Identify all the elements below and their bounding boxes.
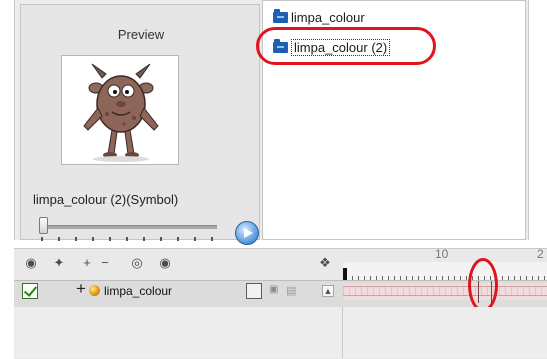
add-peg-icon[interactable]: ◎ (128, 254, 146, 272)
preview-title: Preview (117, 27, 165, 42)
center-icon[interactable]: ❖ (316, 254, 334, 272)
slider-thumb[interactable] (39, 217, 48, 234)
library-item-label: limpa_colour (291, 10, 365, 25)
lock-icon[interactable]: ▣ (269, 284, 278, 296)
onion-skin-icon[interactable]: ◉ (156, 254, 174, 272)
layer-color-swatch[interactable] (246, 283, 262, 299)
highlight-annotation-ring (256, 27, 436, 65)
folder-icon (273, 9, 288, 23)
ruler-frame-label: 2 (537, 247, 544, 261)
frame-cells[interactable] (343, 286, 547, 296)
symbol-preview-thumbnail (61, 55, 179, 165)
layer-name[interactable]: limpa_colour (104, 284, 172, 298)
expand-layer-icon[interactable]: + (76, 279, 86, 299)
highlight-annotation-ring (468, 258, 498, 312)
add-layer-icon[interactable]: ✦ (50, 254, 68, 272)
preview-panel: Preview limpa_colour (2)(Symbol) (20, 4, 260, 245)
layer-enable-checkbox[interactable] (22, 283, 38, 299)
timeline-layer-toolbar: ◉ ✦ + − ◎ ◉ ❖ (20, 252, 340, 278)
frame-slider[interactable] (33, 215, 259, 245)
add-remove-icon[interactable]: + (78, 254, 96, 272)
drawing-layer-icon (89, 285, 100, 296)
timeline-empty-area (14, 307, 547, 358)
playhead[interactable] (343, 268, 347, 280)
play-button[interactable] (235, 221, 259, 245)
remove-icon[interactable]: − (96, 254, 114, 272)
ruler-frame-label: 10 (435, 247, 449, 261)
symbol-name-label: limpa_colour (2)(Symbol) (33, 192, 179, 207)
monster-character-image (83, 63, 159, 162)
play-icon (244, 228, 253, 238)
slider-track[interactable] (39, 225, 217, 229)
timeline-divider[interactable] (342, 307, 343, 358)
chevron-up-icon[interactable]: ▲ (322, 285, 334, 297)
layer-properties-icon[interactable]: ▤ (286, 284, 296, 297)
add-drawing-layer-icon[interactable]: ◉ (22, 254, 40, 272)
slider-ticks (41, 237, 217, 243)
